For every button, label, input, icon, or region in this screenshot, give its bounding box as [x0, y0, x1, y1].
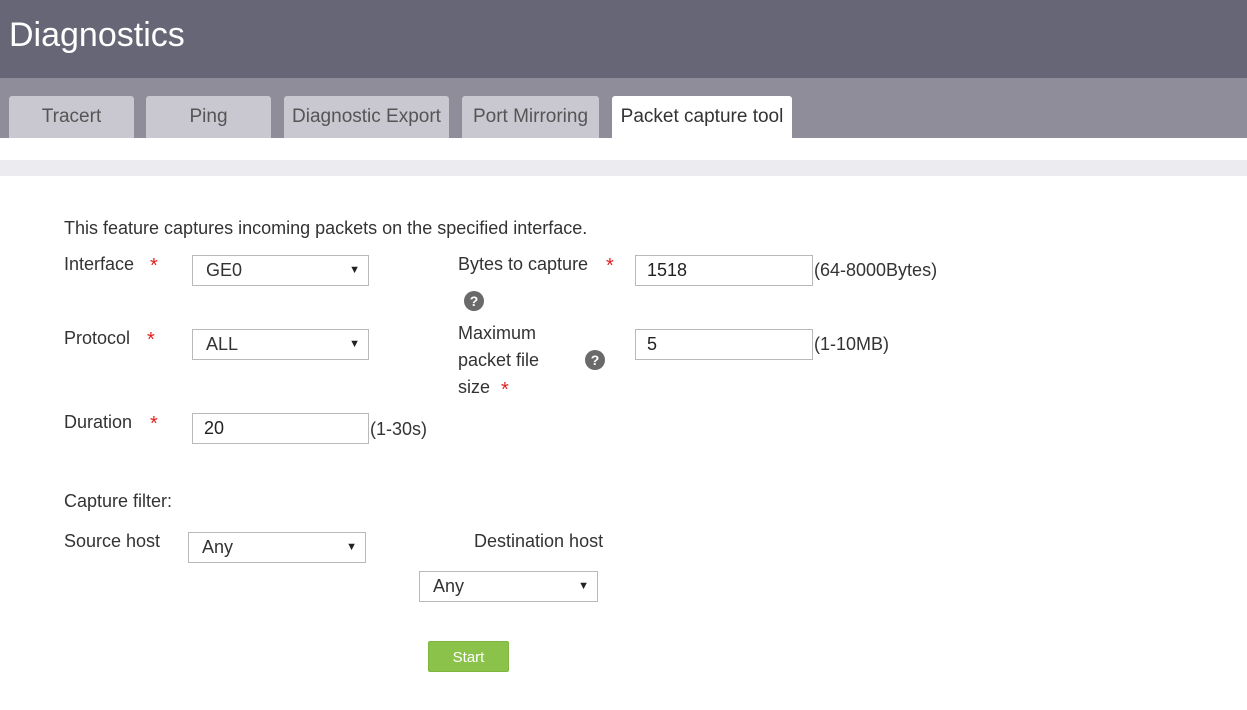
chevron-down-icon: ▼: [349, 338, 360, 350]
interface-select-value: GE0: [206, 260, 243, 280]
interface-label: Interface: [64, 254, 135, 274]
max-file-size-label-line2: packet file: [458, 350, 540, 370]
tab-tracert[interactable]: Tracert: [9, 96, 134, 138]
content-divider: [0, 160, 1247, 176]
protocol-label: Protocol: [64, 328, 131, 348]
chevron-down-icon: ▼: [349, 264, 360, 276]
capture-filter-heading: Capture filter:: [64, 491, 173, 511]
max-file-size-label-line1: Maximum: [458, 323, 537, 343]
required-marker: *: [147, 329, 155, 351]
bytes-range-hint: (64-8000Bytes): [814, 260, 938, 280]
help-icon[interactable]: ?: [585, 350, 605, 370]
duration-input[interactable]: [192, 413, 369, 444]
tab-packet-capture-tool[interactable]: Packet capture tool: [612, 96, 792, 138]
destination-host-label: Destination host: [474, 531, 604, 551]
tab-diagnostic-export[interactable]: Diagnostic Export: [284, 96, 449, 138]
destination-host-select-value: Any: [433, 576, 465, 596]
max-file-size-label-line3: size: [458, 377, 491, 397]
file-size-range-hint: (1-10MB): [814, 334, 890, 354]
duration-range-hint: (1-30s): [370, 419, 428, 439]
required-marker: *: [150, 255, 158, 277]
feature-description: This feature captures incoming packets o…: [64, 218, 588, 238]
required-marker: *: [501, 379, 509, 401]
required-marker: *: [606, 255, 614, 277]
tab-ping[interactable]: Ping: [146, 96, 271, 138]
protocol-select[interactable]: ALL ▼: [192, 329, 369, 360]
tab-bar: Tracert Ping Diagnostic Export Port Mirr…: [0, 78, 1247, 138]
bytes-to-capture-label: Bytes to capture: [458, 254, 589, 274]
source-host-select[interactable]: Any ▼: [188, 532, 366, 563]
help-icon[interactable]: ?: [464, 291, 484, 311]
interface-select[interactable]: GE0 ▼: [192, 255, 369, 286]
source-host-label: Source host: [64, 531, 161, 551]
protocol-select-value: ALL: [206, 334, 239, 354]
page-title: Diagnostics: [9, 16, 185, 54]
page-header: Diagnostics: [0, 0, 1247, 78]
destination-host-select[interactable]: Any ▼: [419, 571, 598, 602]
chevron-down-icon: ▼: [578, 580, 589, 592]
chevron-down-icon: ▼: [346, 541, 357, 553]
required-marker: *: [150, 413, 158, 435]
source-host-select-value: Any: [202, 537, 234, 557]
start-button[interactable]: Start: [428, 641, 509, 672]
tab-port-mirroring[interactable]: Port Mirroring: [462, 96, 599, 138]
bytes-to-capture-input[interactable]: [635, 255, 813, 286]
max-file-size-input[interactable]: [635, 329, 813, 360]
duration-label: Duration: [64, 412, 133, 432]
